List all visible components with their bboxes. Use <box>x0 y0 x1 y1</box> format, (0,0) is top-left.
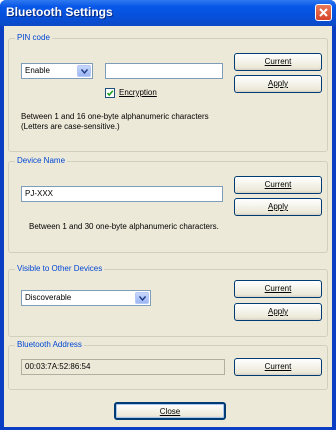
pin-current-button[interactable]: Current <box>234 53 322 71</box>
close-window-button[interactable] <box>315 4 332 21</box>
bt-address-group: Bluetooth Address 00:03:7A:52:86:54 Curr… <box>8 340 328 390</box>
encryption-label[interactable]: Encryption <box>119 88 157 98</box>
bt-address-group-label: Bluetooth Address <box>15 340 84 349</box>
pin-apply-button[interactable]: Apply <box>234 75 322 93</box>
visibility-group: Visible to Other Devices Discoverable Cu… <box>8 264 328 337</box>
visibility-value: Discoverable <box>25 293 72 302</box>
chevron-down-icon <box>139 296 146 301</box>
visibility-select[interactable]: Discoverable <box>21 290 151 306</box>
close-icon <box>319 8 328 17</box>
bt-address-field: 00:03:7A:52:86:54 <box>21 359 225 375</box>
pin-help-line1: Between 1 and 16 one-byte alphanumeric c… <box>21 112 209 121</box>
pin-code-group-label: PIN code <box>15 33 52 42</box>
pin-mode-value: Enable <box>25 66 50 75</box>
device-name-group: Device Name PJ-XXX Between 1 and 30 one-… <box>8 156 328 253</box>
pin-code-group: PIN code Enable Encryption Between 1 and… <box>8 33 328 152</box>
window-title: Bluetooth Settings <box>6 5 113 19</box>
pin-mode-select[interactable]: Enable <box>21 63 93 79</box>
device-name-input[interactable]: PJ-XXX <box>21 186 223 202</box>
chevron-down-icon <box>81 69 88 74</box>
pin-help-line2: (Letters are case-sensitive.) <box>21 122 120 131</box>
title-bar[interactable]: Bluetooth Settings <box>0 0 336 26</box>
visibility-dropdown-button[interactable] <box>135 292 149 304</box>
visibility-group-label: Visible to Other Devices <box>15 264 105 273</box>
close-button[interactable]: Close <box>114 402 226 420</box>
bt-address-current-button[interactable]: Current <box>234 358 322 376</box>
dialog-window: Bluetooth Settings PIN code Enable Encry… <box>0 0 336 430</box>
visibility-current-button[interactable]: Current <box>234 280 322 298</box>
pin-code-input[interactable] <box>105 63 223 79</box>
encryption-checkbox[interactable] <box>105 88 115 98</box>
check-icon <box>106 90 114 97</box>
visibility-apply-button[interactable]: Apply <box>234 303 322 321</box>
device-name-current-button[interactable]: Current <box>234 176 322 194</box>
device-name-apply-button[interactable]: Apply <box>234 198 322 216</box>
dialog-body: PIN code Enable Encryption Between 1 and… <box>4 26 332 427</box>
pin-mode-dropdown-button[interactable] <box>77 65 91 77</box>
device-name-help: Between 1 and 30 one-byte alphanumeric c… <box>29 222 219 231</box>
device-name-group-label: Device Name <box>15 156 68 165</box>
